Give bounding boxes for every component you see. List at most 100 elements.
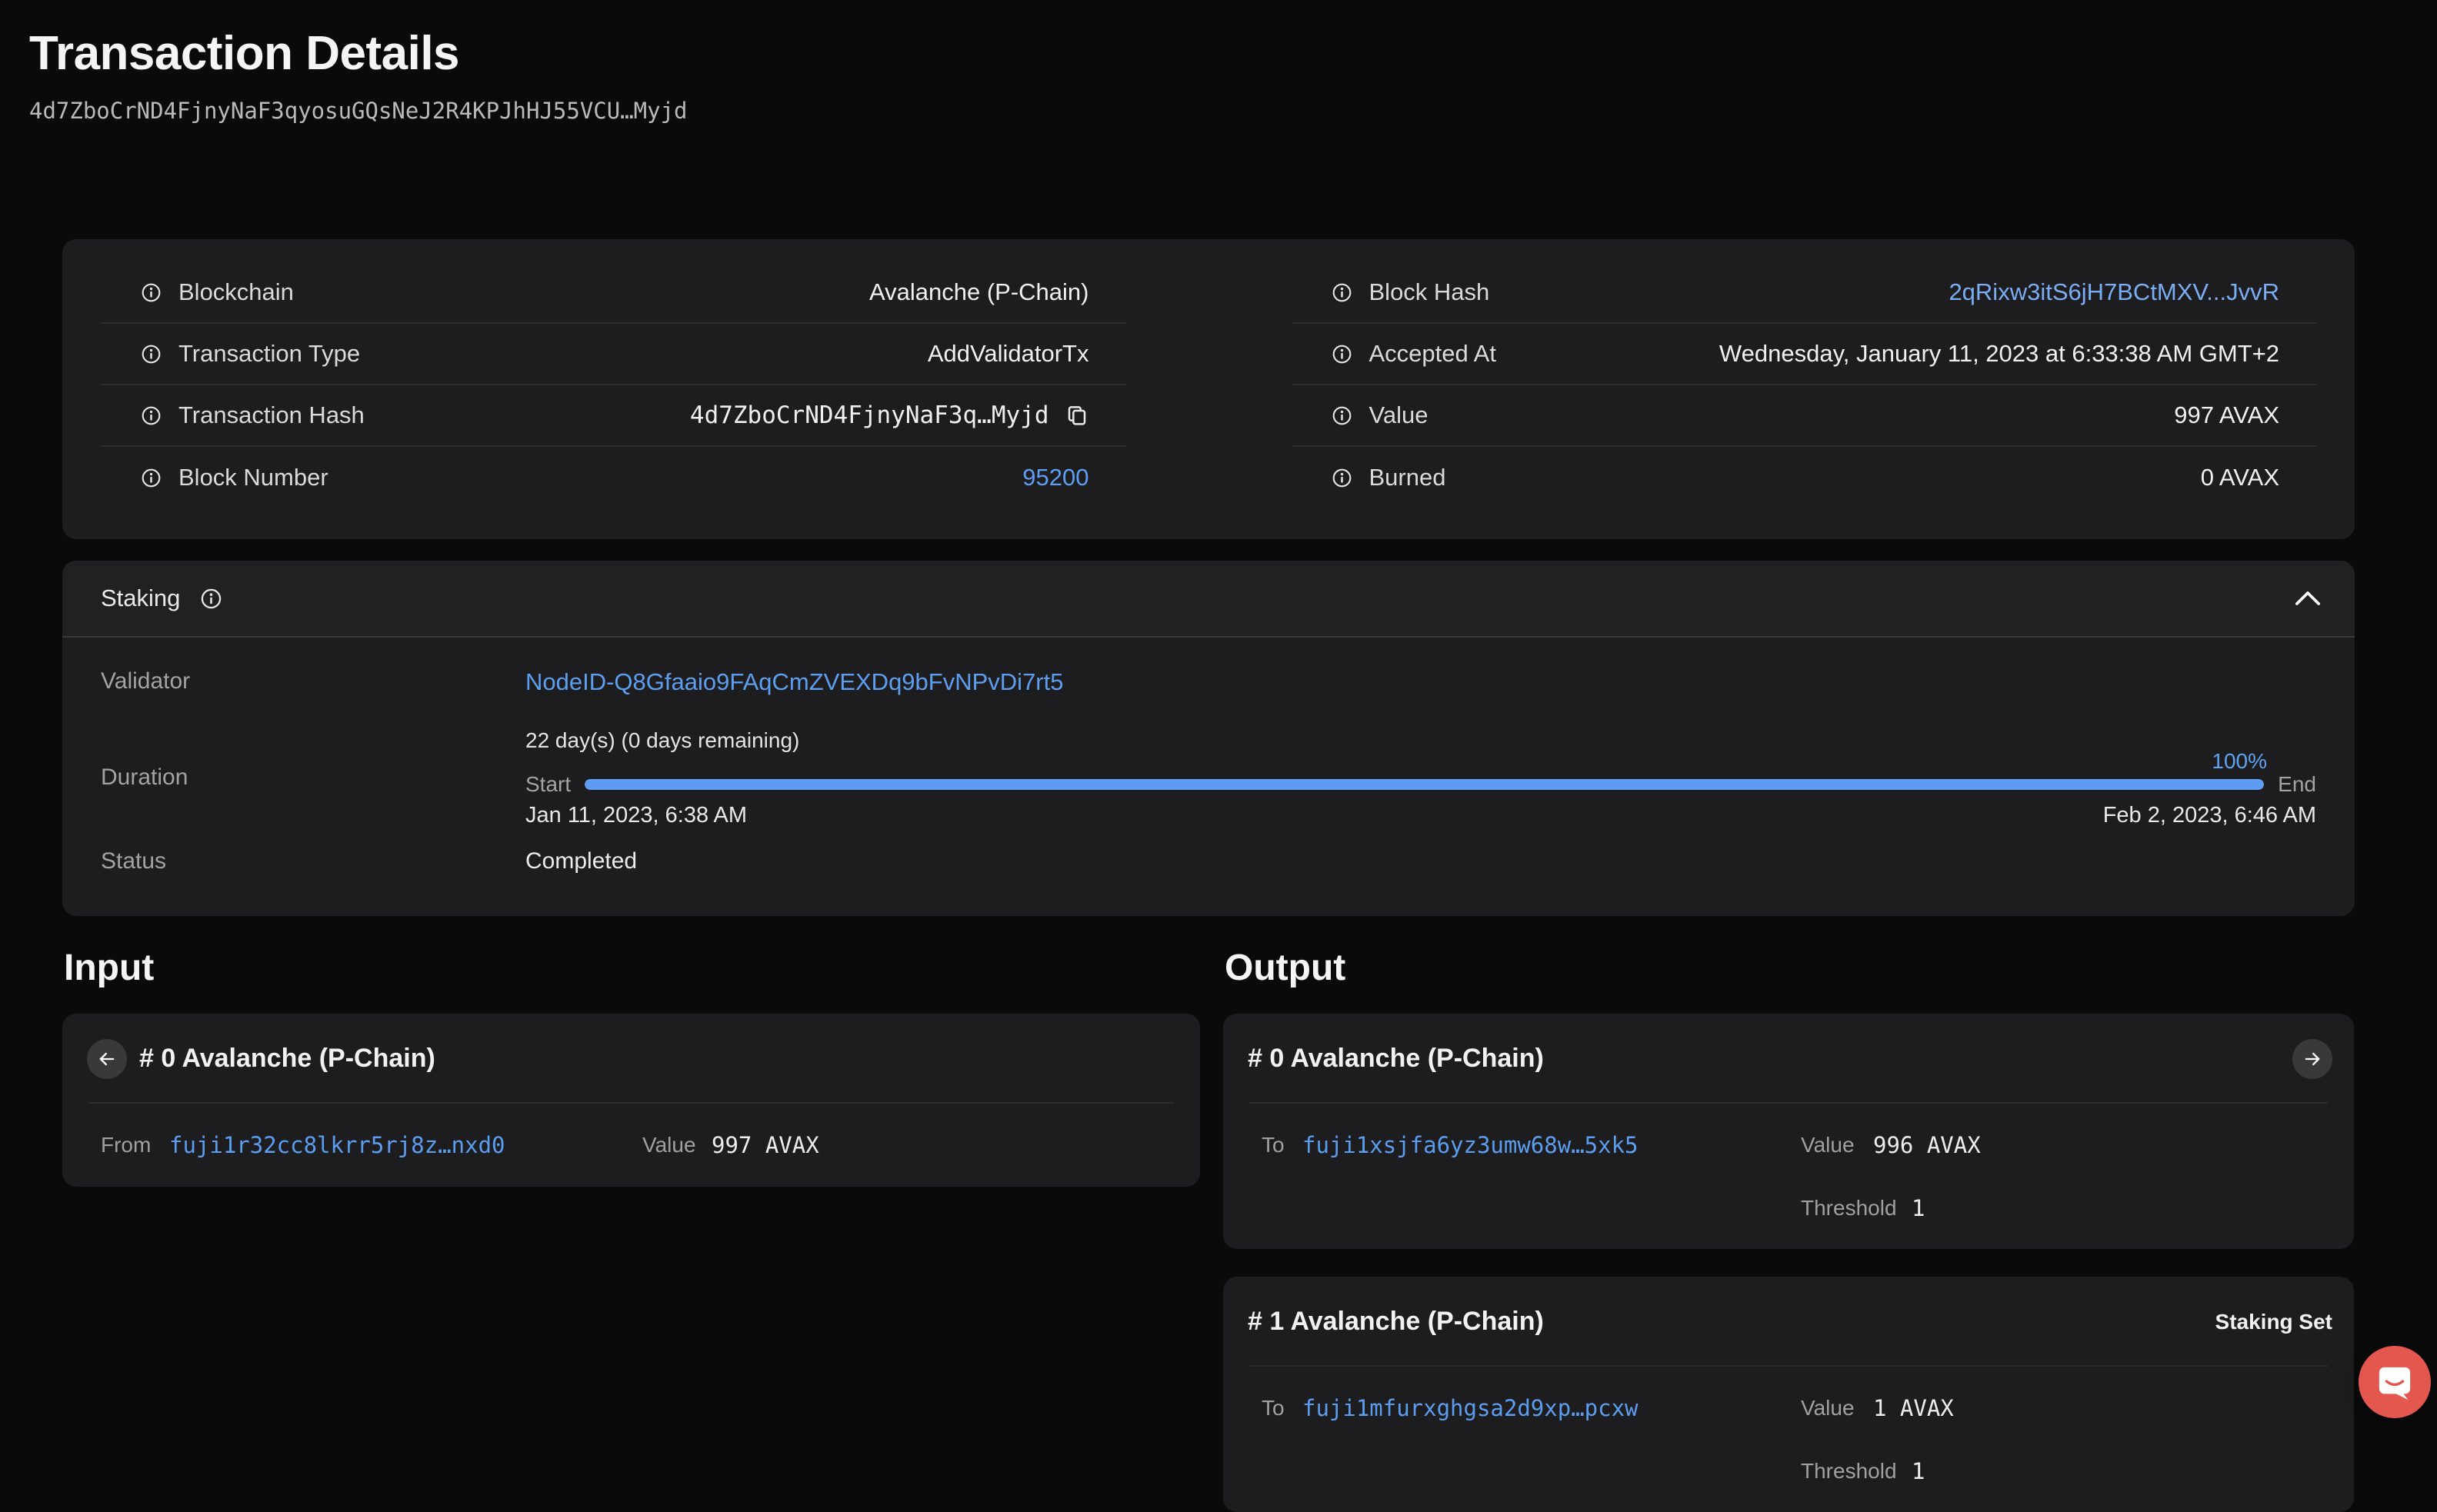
end-date: Feb 2, 2023, 6:46 AM	[2103, 803, 2316, 828]
output-to-address-link[interactable]: fuji1mfurxghgsa2d9xp…pcxw	[1302, 1395, 1639, 1421]
output-card-header: # 0 Avalanche (P-Chain)	[1223, 1014, 2354, 1104]
row-label: Block Number	[178, 464, 328, 491]
output-card-header: # 1 Avalanche (P-Chain) Staking Set	[1223, 1277, 2354, 1367]
duration-percent: 100%	[2212, 749, 2267, 774]
to-label: To	[1262, 1396, 1302, 1420]
threshold-label: Threshold	[1801, 1196, 1912, 1221]
to-row: To fuji1xsjfa6yz3umw68w…5xk5 Value 996 A…	[1262, 1132, 2315, 1158]
output-value: 996 AVAX	[1873, 1132, 1981, 1158]
table-row: Value 997 AVAX	[1292, 385, 2317, 447]
threshold-row: Threshold 1	[1262, 1195, 2315, 1221]
row-label: Transaction Hash	[178, 401, 365, 429]
threshold-value: 1	[1912, 1458, 1925, 1484]
input-heading: Input	[64, 947, 1200, 990]
table-row: Accepted At Wednesday, January 11, 2023 …	[1292, 324, 2317, 385]
duration-text: 22 day(s) (0 days remaining)	[525, 728, 2316, 753]
validator-label: Validator	[101, 668, 525, 694]
input-card-0: # 0 Avalanche (P-Chain) From fuji1r32cc8…	[62, 1014, 1200, 1187]
chat-bubble-icon	[2377, 1364, 2412, 1400]
duration-progress-bar	[585, 779, 2264, 790]
burned-amount: 0 AVAX	[2201, 464, 2279, 491]
page-title: Transaction Details	[29, 26, 2437, 81]
output-nav-button[interactable]	[2292, 1039, 2332, 1079]
overview-left-column: Blockchain Avalanche (P-Chain) Transacti…	[101, 262, 1126, 508]
status-label: Status	[101, 848, 525, 874]
duration-progress-fill	[585, 779, 2264, 790]
row-label: Burned	[1369, 464, 1446, 491]
transaction-hash-value: 4d7ZboCrND4FjnyNaF3q…Myjd	[690, 401, 1049, 429]
input-card-body: From fuji1r32cc8lkrr5rj8z…nxd0 Value 997…	[62, 1104, 1200, 1187]
overview-card: Blockchain Avalanche (P-Chain) Transacti…	[62, 239, 2355, 539]
threshold-label: Threshold	[1801, 1459, 1912, 1484]
from-label: From	[101, 1133, 169, 1157]
copy-icon	[1065, 403, 1089, 428]
threshold-row: Threshold 1	[1262, 1458, 2315, 1484]
validator-row: Validator NodeID-Q8Gfaaio9FAqCmZVEXDq9bF…	[101, 668, 2316, 696]
output-card-body: To fuji1mfurxghgsa2d9xp…pcxw Value 1 AVA…	[1223, 1367, 2354, 1512]
info-icon[interactable]	[141, 405, 162, 426]
staking-header: Staking	[62, 561, 2355, 638]
info-icon[interactable]	[141, 468, 162, 488]
output-card-body: To fuji1xsjfa6yz3umw68w…5xk5 Value 996 A…	[1223, 1104, 2354, 1249]
input-column: Input # 0 Avalanche (P-Chain) From fuji1…	[62, 947, 1200, 1187]
row-label: Value	[1369, 401, 1429, 429]
duration-label: Duration	[101, 728, 525, 791]
arrow-right-icon	[2302, 1048, 2323, 1070]
staking-title: Staking	[101, 584, 180, 612]
info-icon[interactable]	[1332, 344, 1352, 365]
table-row: Transaction Type AddValidatorTx	[101, 324, 1126, 385]
chevron-up-icon	[2295, 590, 2321, 607]
info-icon[interactable]	[1332, 468, 1352, 488]
value-label: Value	[1801, 1133, 1873, 1157]
info-icon[interactable]	[1332, 405, 1352, 426]
row-label: Blockchain	[178, 278, 294, 306]
row-label: Transaction Type	[178, 340, 360, 368]
row-label: Block Hash	[1369, 278, 1490, 306]
input-value: 997 AVAX	[712, 1132, 819, 1158]
output-value: 1 AVAX	[1873, 1395, 1954, 1421]
duration-bar-row: Start End	[525, 771, 2316, 797]
copy-transaction-hash-button[interactable]	[1065, 402, 1089, 428]
block-hash-link[interactable]: 2qRixw3itS6jH7BCtMXV...JvvR	[1949, 278, 2279, 305]
status-value: Completed	[525, 848, 637, 874]
info-icon[interactable]	[141, 344, 162, 365]
transaction-hash-subtitle: 4d7ZboCrND4FjnyNaF3qyosuGQsNeJ2R4KPJhHJ5…	[29, 98, 2437, 124]
duration-content: 22 day(s) (0 days remaining) 100% Start …	[525, 728, 2316, 828]
value-label: Value	[642, 1133, 712, 1157]
table-row: Blockchain Avalanche (P-Chain)	[101, 262, 1126, 324]
info-icon[interactable]	[141, 282, 162, 303]
staking-body: Validator NodeID-Q8Gfaaio9FAqCmZVEXDq9bF…	[62, 638, 2355, 874]
duration-row: Duration 22 day(s) (0 days remaining) 10…	[101, 728, 2316, 828]
accepted-at-value: Wednesday, January 11, 2023 at 6:33:38 A…	[1719, 340, 2279, 368]
transaction-type-value: AddValidatorTx	[928, 340, 1089, 368]
page-header: Transaction Details 4d7ZboCrND4FjnyNaF3q…	[0, 0, 2437, 124]
to-label: To	[1262, 1133, 1302, 1157]
input-from-address-link[interactable]: fuji1r32cc8lkrr5rj8z…nxd0	[169, 1132, 505, 1158]
table-row: Block Hash 2qRixw3itS6jH7BCtMXV...JvvR	[1292, 262, 2317, 324]
staking-set-badge: Staking Set	[2215, 1310, 2332, 1334]
arrow-left-icon	[96, 1048, 118, 1070]
output-card-0: # 0 Avalanche (P-Chain) To fuji1xsjfa6yz…	[1223, 1014, 2354, 1249]
validator-link[interactable]: NodeID-Q8Gfaaio9FAqCmZVEXDq9bFvNPvDi7rt5	[525, 668, 1063, 696]
blockchain-value: Avalanche (P-Chain)	[869, 278, 1088, 306]
output-card-title: # 0 Avalanche (P-Chain)	[1248, 1044, 1544, 1074]
to-row: To fuji1mfurxghgsa2d9xp…pcxw Value 1 AVA…	[1262, 1395, 2315, 1421]
value-label: Value	[1801, 1396, 1873, 1420]
table-row: Burned 0 AVAX	[1292, 447, 2317, 508]
output-to-address-link[interactable]: fuji1xsjfa6yz3umw68w…5xk5	[1302, 1132, 1639, 1158]
output-card-title: # 1 Avalanche (P-Chain)	[1248, 1307, 1544, 1337]
info-icon[interactable]	[1332, 282, 1352, 303]
overview-right-column: Block Hash 2qRixw3itS6jH7BCtMXV...JvvR A…	[1292, 262, 2317, 508]
input-card-title: # 0 Avalanche (P-Chain)	[139, 1044, 435, 1074]
output-heading: Output	[1225, 947, 2354, 990]
collapse-staking-button[interactable]	[2295, 590, 2321, 607]
intercom-launcher-button[interactable]	[2359, 1346, 2431, 1418]
block-number-link[interactable]: 95200	[1022, 464, 1088, 491]
value-amount: 997 AVAX	[2174, 401, 2279, 429]
info-icon[interactable]	[200, 588, 222, 610]
start-date: Jan 11, 2023, 6:38 AM	[525, 803, 747, 828]
input-output-section: Input # 0 Avalanche (P-Chain) From fuji1…	[62, 947, 2437, 1512]
input-nav-button[interactable]	[87, 1039, 127, 1079]
input-card-header: # 0 Avalanche (P-Chain)	[62, 1014, 1200, 1104]
staking-card: Staking Validator NodeID-Q8Gfaaio9FAqCmZ…	[62, 561, 2355, 916]
